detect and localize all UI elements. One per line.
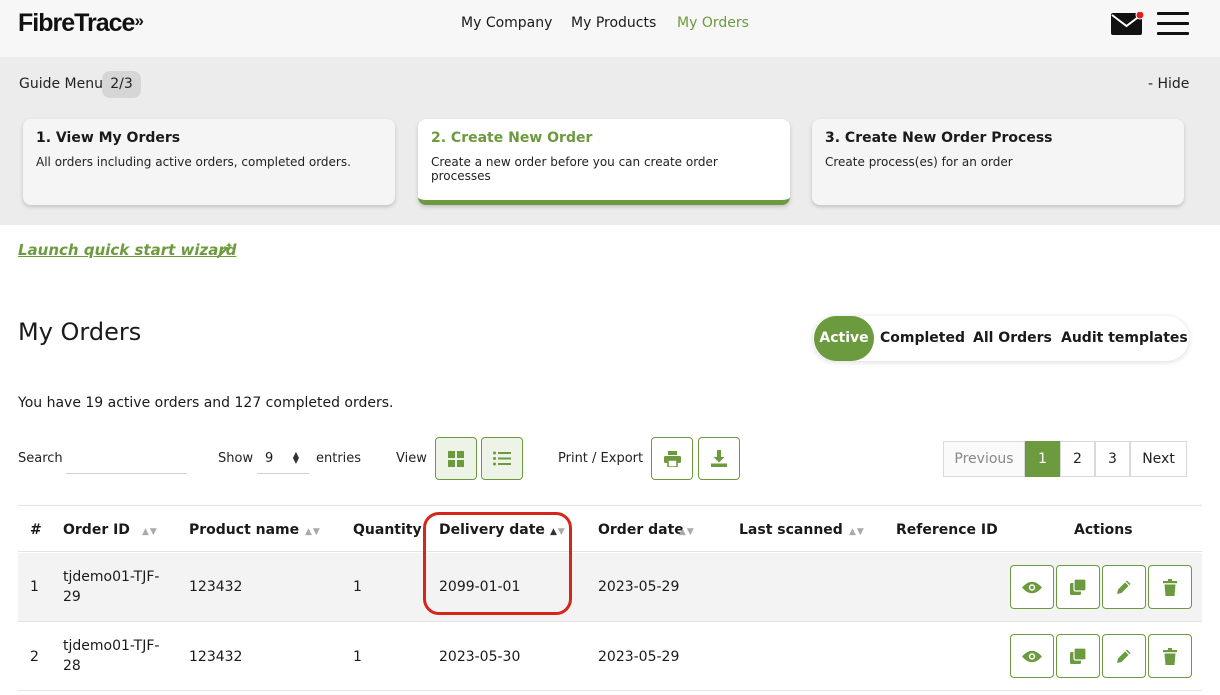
hamburger-menu-icon[interactable] <box>1157 12 1189 36</box>
entries-per-page-select[interactable]: 9 ▲ ▼ <box>257 447 309 474</box>
cell-order-date: 2023-05-29 <box>598 649 680 665</box>
orders-summary-text: You have 19 active orders and 127 comple… <box>18 395 394 411</box>
delete-order-button[interactable] <box>1148 634 1192 678</box>
duplicate-order-button[interactable] <box>1056 634 1100 678</box>
col-header-order-date[interactable]: Order date <box>598 522 684 538</box>
view-label: View <box>396 451 427 466</box>
magic-wand-icon[interactable] <box>216 241 234 259</box>
delete-order-button[interactable] <box>1148 565 1192 609</box>
pagination-page-1[interactable]: 1 <box>1025 441 1060 477</box>
pagination-next[interactable]: Next <box>1130 441 1187 477</box>
download-icon <box>711 450 727 467</box>
copy-icon <box>1070 579 1086 595</box>
table-row: 1 tjdemo01-TJF-29 123432 1 2099-01-01 20… <box>18 553 1202 622</box>
sort-arrows-icon[interactable]: ▲▼ <box>550 527 566 537</box>
col-header-order-id[interactable]: Order ID <box>63 522 130 538</box>
view-order-button[interactable] <box>1010 634 1054 678</box>
nav-my-company[interactable]: My Company <box>461 15 552 31</box>
trash-icon <box>1163 647 1177 665</box>
order-status-tabs: Active Completed All Orders Audit templa… <box>813 316 1189 361</box>
col-header-number: # <box>30 522 42 538</box>
cell-order-date: 2023-05-29 <box>598 579 680 595</box>
tab-all-orders[interactable]: All Orders <box>973 316 1052 361</box>
cell-row-number: 2 <box>30 649 39 665</box>
edit-order-button[interactable] <box>1102 634 1146 678</box>
col-header-delivery-date[interactable]: Delivery date <box>439 522 545 538</box>
sort-arrows-icon[interactable]: ▲▼ <box>305 527 321 537</box>
tab-completed[interactable]: Completed <box>880 316 965 361</box>
guide-card-description: All orders including active orders, comp… <box>36 155 351 169</box>
pagination-page-2[interactable]: 2 <box>1060 441 1095 477</box>
cell-order-id: tjdemo01-TJF-28 <box>63 638 160 674</box>
top-navigation-bar: FibreTrace» My Company My Products My Or… <box>0 0 1220 57</box>
table-row: 2 tjdemo01-TJF-28 123432 1 2023-05-30 20… <box>18 622 1202 691</box>
tab-active[interactable]: Active <box>814 316 874 361</box>
guide-menu-title: Guide Menu <box>19 76 103 92</box>
mail-icon[interactable] <box>1111 12 1144 36</box>
search-label: Search <box>18 451 63 466</box>
duplicate-order-button[interactable] <box>1056 565 1100 609</box>
guide-card-view-orders[interactable]: 1. View My Orders All orders including a… <box>23 119 395 205</box>
cell-quantity: 1 <box>353 649 362 665</box>
cell-delivery-date: 2099-01-01 <box>439 579 521 595</box>
guide-step-badge: 2/3 <box>102 71 141 98</box>
grid-view-icon <box>448 450 464 467</box>
sort-arrows-icon[interactable]: ▲▼ <box>849 527 865 537</box>
search-input[interactable] <box>66 447 187 474</box>
launch-wizard-link[interactable]: Launch quick start wizard <box>18 241 236 259</box>
pencil-icon <box>1117 649 1131 663</box>
eye-icon <box>1022 650 1042 662</box>
orders-table-header: # Order ID ▲▼ Product name ▲▼ Quantity D… <box>18 505 1202 552</box>
fibretrace-logo[interactable]: FibreTrace» <box>18 9 144 38</box>
copy-icon <box>1070 648 1086 664</box>
pagination-page-3[interactable]: 3 <box>1095 441 1130 477</box>
guide-card-title: 2. Create New Order <box>431 130 593 146</box>
logo-chevrons: » <box>134 11 144 30</box>
view-order-button[interactable] <box>1010 565 1054 609</box>
cell-row-number: 1 <box>30 579 39 595</box>
print-export-label: Print / Export <box>558 451 644 466</box>
guide-hide-button[interactable]: - Hide <box>1148 76 1189 92</box>
guide-card-title: 3. Create New Order Process <box>825 130 1053 146</box>
logo-text: FibreTrace <box>18 9 135 37</box>
select-caret-icon: ▲ ▼ <box>292 450 299 465</box>
cell-quantity: 1 <box>353 579 362 595</box>
grid-view-button[interactable] <box>435 437 477 480</box>
edit-order-button[interactable] <box>1102 565 1146 609</box>
export-download-button[interactable] <box>698 437 740 480</box>
list-view-button[interactable] <box>481 437 523 480</box>
cell-order-id: tjdemo01-TJF-29 <box>63 569 160 605</box>
guide-menu-panel: Guide Menu 2/3 - Hide 1. View My Orders … <box>0 57 1220 225</box>
guide-card-description: Create a new order before you can create… <box>431 155 718 183</box>
trash-icon <box>1163 578 1177 596</box>
list-view-icon <box>493 451 511 466</box>
guide-card-description: Create process(es) for an order <box>825 155 1013 169</box>
guide-card-create-order[interactable]: 2. Create New Order Create a new order b… <box>418 119 790 205</box>
nav-my-products[interactable]: My Products <box>571 15 656 31</box>
print-icon <box>663 450 681 467</box>
entries-select-value: 9 <box>265 451 274 466</box>
pencil-icon <box>1117 580 1131 594</box>
guide-card-title: 1. View My Orders <box>36 130 181 146</box>
col-header-reference-id: Reference ID <box>896 522 998 538</box>
guide-card-create-process[interactable]: 3. Create New Order Process Create proce… <box>812 119 1184 205</box>
nav-my-orders[interactable]: My Orders <box>677 15 749 31</box>
tab-audit-templates[interactable]: Audit templates <box>1061 316 1188 361</box>
cell-product-name: 123432 <box>189 649 243 665</box>
pagination-previous[interactable]: Previous <box>943 441 1025 477</box>
cell-product-name: 123432 <box>189 579 243 595</box>
entries-label: entries <box>316 451 362 466</box>
col-header-product-name[interactable]: Product name <box>189 522 299 538</box>
col-header-last-scanned[interactable]: Last scanned <box>739 522 843 538</box>
show-label: Show <box>218 451 254 466</box>
page-title: My Orders <box>18 318 142 346</box>
col-header-actions: Actions <box>1074 522 1133 538</box>
print-button[interactable] <box>651 437 693 480</box>
sort-arrows-icon[interactable]: ▲▼ <box>142 527 158 537</box>
cell-delivery-date: 2023-05-30 <box>439 649 521 665</box>
sort-arrows-icon[interactable]: ▲▼ <box>679 527 695 537</box>
eye-icon <box>1022 581 1042 593</box>
col-header-quantity[interactable]: Quantity <box>353 522 422 538</box>
